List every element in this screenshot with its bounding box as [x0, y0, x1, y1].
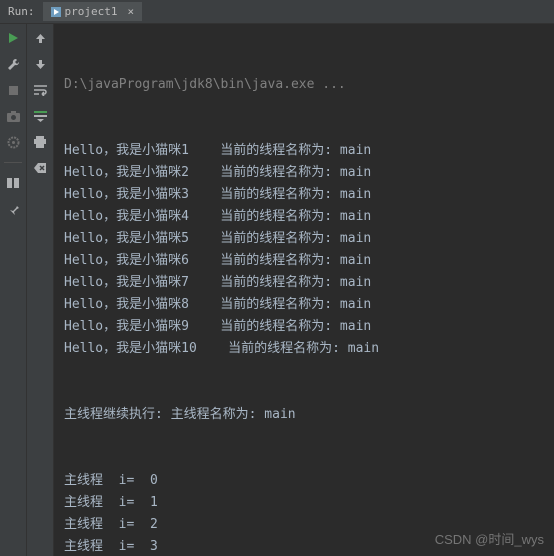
soft-wrap-icon[interactable] [32, 82, 48, 98]
continue-line: 主线程继续执行: 主线程名称为: main [64, 404, 544, 426]
command-line: D:\javaProgram\jdk8\bin\java.exe ... [64, 74, 544, 96]
gear-icon[interactable] [5, 134, 21, 150]
stop-icon[interactable] [5, 82, 21, 98]
run-toolbar [0, 24, 27, 556]
output-line: Hello，我是小猫咪3 当前的线程名称为: main [64, 184, 544, 206]
output-line: Hello，我是小猫咪8 当前的线程名称为: main [64, 294, 544, 316]
output-line: Hello，我是小猫咪9 当前的线程名称为: main [64, 316, 544, 338]
output-line: 主线程 i= 1 [64, 492, 544, 514]
run-tab[interactable]: project1 × [43, 2, 143, 21]
output-line: 主线程 i= 0 [64, 470, 544, 492]
console-output[interactable]: D:\javaProgram\jdk8\bin\java.exe ... Hel… [54, 24, 554, 556]
arrow-down-icon[interactable] [32, 56, 48, 72]
watermark: CSDN @时间_wys [435, 529, 544, 548]
console-toolbar [27, 24, 54, 556]
arrow-up-icon[interactable] [32, 30, 48, 46]
output-line: Hello，我是小猫咪5 当前的线程名称为: main [64, 228, 544, 250]
run-label: Run: [0, 5, 43, 18]
camera-icon[interactable] [5, 108, 21, 124]
pin-icon[interactable] [5, 201, 21, 217]
output-line: Hello，我是小猫咪6 当前的线程名称为: main [64, 250, 544, 272]
rerun-icon[interactable] [5, 30, 21, 46]
output-line: Hello，我是小猫咪1 当前的线程名称为: main [64, 140, 544, 162]
output-line: Hello，我是小猫咪10 当前的线程名称为: main [64, 338, 544, 360]
run-tool-header: Run: project1 × [0, 0, 554, 24]
layout-icon[interactable] [5, 175, 21, 191]
close-icon[interactable]: × [127, 5, 134, 18]
delete-icon[interactable] [32, 160, 48, 176]
scroll-to-end-icon[interactable] [32, 108, 48, 124]
wrench-icon[interactable] [5, 56, 21, 72]
tab-label: project1 [65, 5, 118, 18]
separator [4, 162, 22, 163]
play-icon [51, 7, 61, 17]
output-line: Hello，我是小猫咪2 当前的线程名称为: main [64, 162, 544, 184]
output-line: Hello，我是小猫咪7 当前的线程名称为: main [64, 272, 544, 294]
print-icon[interactable] [32, 134, 48, 150]
output-line: Hello，我是小猫咪4 当前的线程名称为: main [64, 206, 544, 228]
